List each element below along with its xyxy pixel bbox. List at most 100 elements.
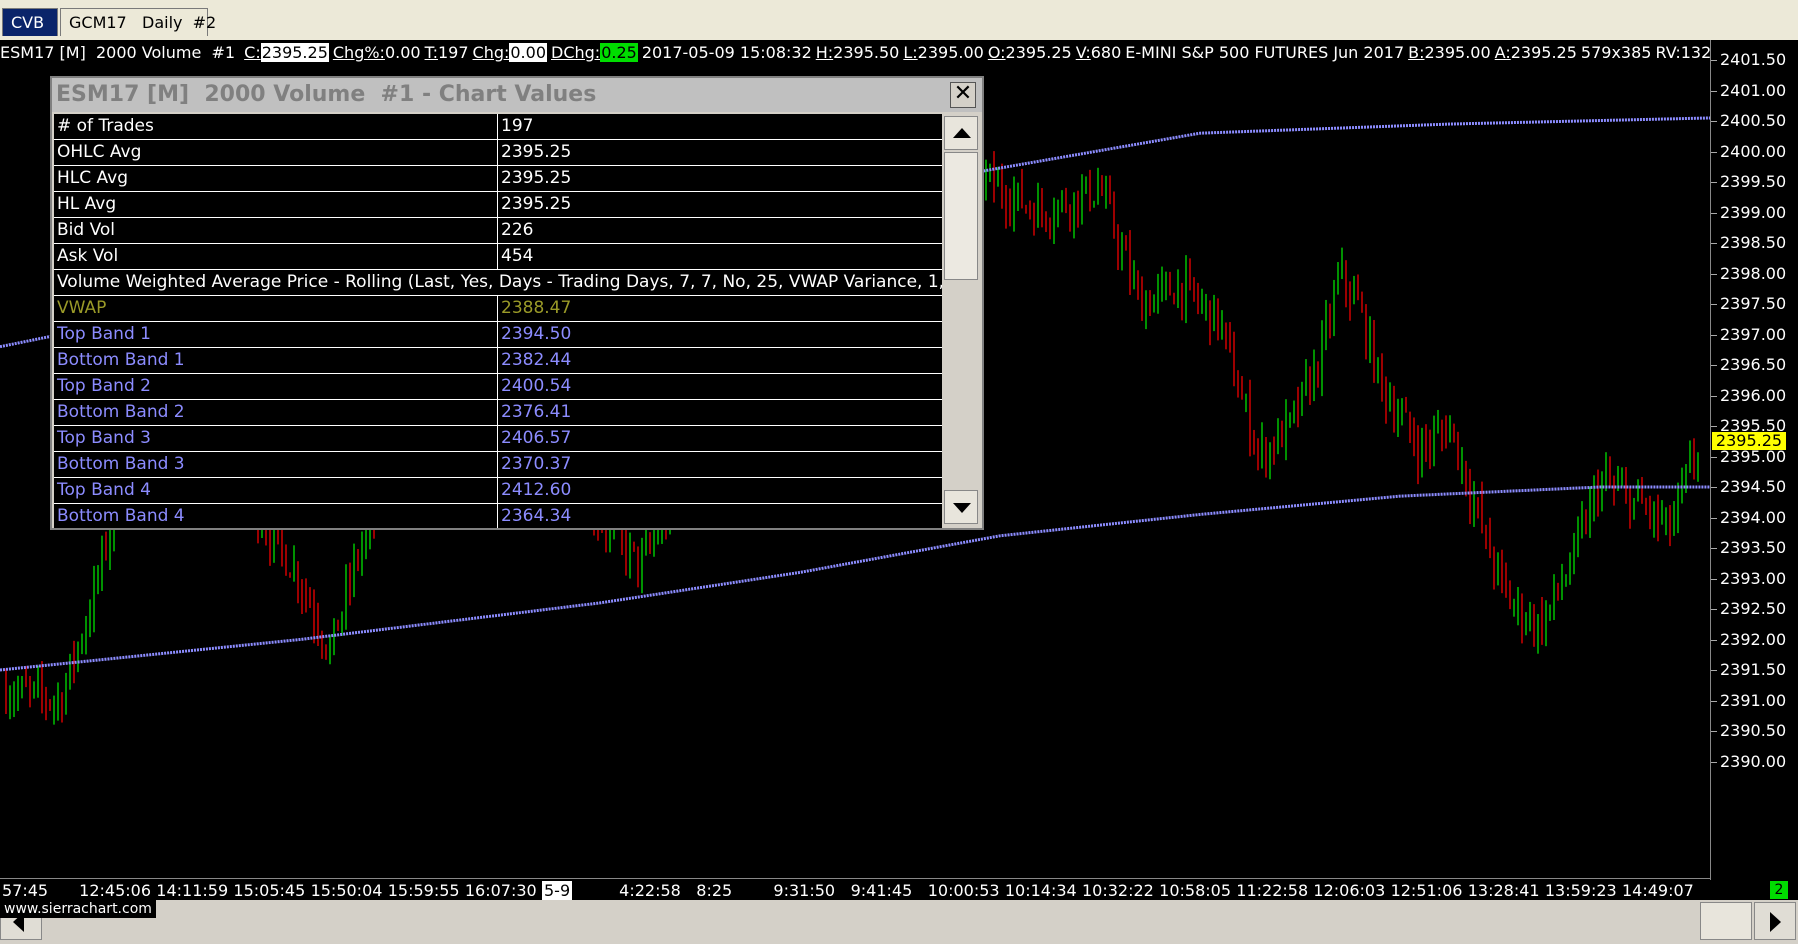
price-label: 2398.00 xyxy=(1720,263,1787,283)
price-tick xyxy=(1711,212,1717,214)
scroll-thumb[interactable] xyxy=(1700,902,1752,940)
info-field: Chg%:0.00 xyxy=(333,43,421,62)
watermark-link[interactable]: www.sierrachart.com xyxy=(0,900,156,918)
time-label: 8:25 xyxy=(696,881,733,900)
table-row: Bottom Band 2 2376.41 xyxy=(54,400,942,426)
row-label: Bottom Band 2 xyxy=(54,400,498,425)
info-field-key: C: xyxy=(244,43,261,62)
info-fields: C:2395.25 Chg%:0.00 T:197 Chg:0.00 DChg:0.25… xyxy=(244,43,1710,62)
tab-label: CVB xyxy=(11,13,45,32)
price-label: 2401.50 xyxy=(1720,50,1787,69)
chart-values-title: ESM17 [M] 2000 Volume #1 - Chart Values xyxy=(56,82,597,107)
time-label: 57:45 xyxy=(2,881,49,900)
price-tick xyxy=(1711,731,1717,732)
row-value: 2395.25 xyxy=(501,194,572,214)
info-field-value: 2395.25 xyxy=(1510,43,1577,62)
info-field: A:2395.25 xyxy=(1495,43,1577,62)
time-label: 9:41:45 xyxy=(850,881,913,900)
scroll-right-button[interactable] xyxy=(1754,902,1796,940)
price-axis[interactable]: 2401.50 2401.00 2400.50 2400.00 2399.50 2399.… xyxy=(1710,40,1798,880)
time-label: 10:00:53 xyxy=(927,881,1000,900)
time-label: 9:31:50 xyxy=(773,881,836,900)
tab-label: GCM17 Daily #2 xyxy=(69,13,217,32)
price-tick xyxy=(1711,395,1717,397)
tab-gcm17-daily[interactable]: GCM17 Daily #2 xyxy=(60,8,216,36)
price-tick xyxy=(1711,487,1717,488)
price-tick xyxy=(1711,548,1717,549)
price-label: 2396.50 xyxy=(1720,355,1787,374)
price-tick xyxy=(1711,243,1717,244)
info-field: O:2395.25 xyxy=(988,43,1072,62)
row-value: 2382.44 xyxy=(501,350,572,370)
time-label: 15:05:45 xyxy=(233,881,306,900)
info-field-value: 2395.00 xyxy=(917,43,984,62)
price-label: 2397.50 xyxy=(1720,294,1787,313)
table-row: VWAP 2388.47 xyxy=(54,296,942,322)
chart-values-window[interactable]: ESM17 [M] 2000 Volume #1 - Chart Values … xyxy=(50,76,984,530)
time-label: 16:07:30 xyxy=(464,881,537,900)
info-field-value: 2395.00 xyxy=(1424,43,1491,62)
info-field-value: 0.00 xyxy=(384,43,421,62)
tab-cvb[interactable]: CVB xyxy=(2,8,58,36)
price-tick xyxy=(1711,182,1717,183)
table-row: Volume Weighted Average Price - Rolling … xyxy=(54,270,942,296)
table-row: Top Band 3 2406.57 xyxy=(54,426,942,452)
price-label: 2396.00 xyxy=(1720,385,1787,405)
row-value: 2364.34 xyxy=(501,506,572,526)
chart-values-scrollbar[interactable] xyxy=(942,114,980,528)
price-label: 2390.50 xyxy=(1720,721,1787,740)
time-label: 12:51:06 xyxy=(1390,881,1463,900)
price-tick xyxy=(1711,700,1717,702)
row-value: 2394.50 xyxy=(501,324,572,344)
price-tick xyxy=(1711,60,1717,61)
close-button[interactable]: ✕ xyxy=(950,82,976,108)
table-row: HL Avg 2395.25 xyxy=(54,192,942,218)
price-label: 2391.00 xyxy=(1720,690,1787,710)
info-field-value: 197 xyxy=(437,43,469,62)
price-label: 2400.50 xyxy=(1720,111,1787,130)
row-label: Top Band 4 xyxy=(54,478,498,503)
price-label: 2392.50 xyxy=(1720,599,1787,618)
time-label: 13:59:23 xyxy=(1544,881,1617,900)
table-row: Bottom Band 4 2364.34 xyxy=(54,504,942,528)
time-label: 10:58:05 xyxy=(1159,881,1231,900)
info-field: C:2395.25 xyxy=(244,43,329,62)
row-label: Ask Vol xyxy=(54,244,498,269)
scroll-down-button[interactable] xyxy=(944,490,978,524)
info-field: L:2395.00 xyxy=(903,43,983,62)
price-tick xyxy=(1711,517,1717,519)
price-label: 2399.00 xyxy=(1720,202,1787,222)
row-label: HL Avg xyxy=(54,192,498,217)
price-tick xyxy=(1711,273,1717,275)
time-label: 13:28:41 xyxy=(1467,881,1540,900)
table-row: Top Band 1 2394.50 xyxy=(54,322,942,348)
info-field: E-MINI S&P 500 FUTURES Jun 2017 xyxy=(1125,43,1404,62)
time-label: 14:49:07 xyxy=(1622,881,1694,900)
info-field-value: 2395.50 xyxy=(833,43,900,62)
price-tick xyxy=(1711,365,1717,366)
table-row: Bottom Band 1 2382.44 xyxy=(54,348,942,374)
time-axis[interactable]: 57:45 12:45:06 14:11:59 15:05:45 15:50:04 15:… xyxy=(0,878,1710,901)
status-badge: 2 xyxy=(1770,881,1788,899)
row-value: 454 xyxy=(501,246,534,266)
info-field: T:197 xyxy=(425,43,469,62)
chart-values-grid: # of Trades 197 OHLC Avg 2395.25 HLC Avg 2395… xyxy=(54,114,942,528)
info-field: RV:1320 xyxy=(1655,43,1710,62)
info-field-key: A: xyxy=(1494,43,1511,62)
time-label: 12:45:06 xyxy=(79,881,151,900)
row-label: Bid Vol xyxy=(54,218,498,243)
time-label: 14:11:59 xyxy=(156,881,229,900)
info-field-value: 2395.25 xyxy=(260,43,329,62)
price-label: 2392.00 xyxy=(1720,629,1787,649)
price-label: 2400.00 xyxy=(1720,141,1787,161)
row-label: VWAP xyxy=(54,296,498,321)
scroll-thumb[interactable] xyxy=(944,152,978,280)
chart-values-title-bar[interactable]: ESM17 [M] 2000 Volume #1 - Chart Values … xyxy=(52,78,982,112)
arrow-right-icon xyxy=(1770,912,1781,932)
row-value: 2395.25 xyxy=(501,142,572,162)
scroll-up-button[interactable] xyxy=(944,116,978,150)
info-field-key: L: xyxy=(903,43,918,62)
chart-horizontal-scrollbar[interactable] xyxy=(0,900,1798,944)
time-label: 11:22:58 xyxy=(1236,881,1309,900)
last-price-marker: 2395.25 xyxy=(1712,432,1786,451)
